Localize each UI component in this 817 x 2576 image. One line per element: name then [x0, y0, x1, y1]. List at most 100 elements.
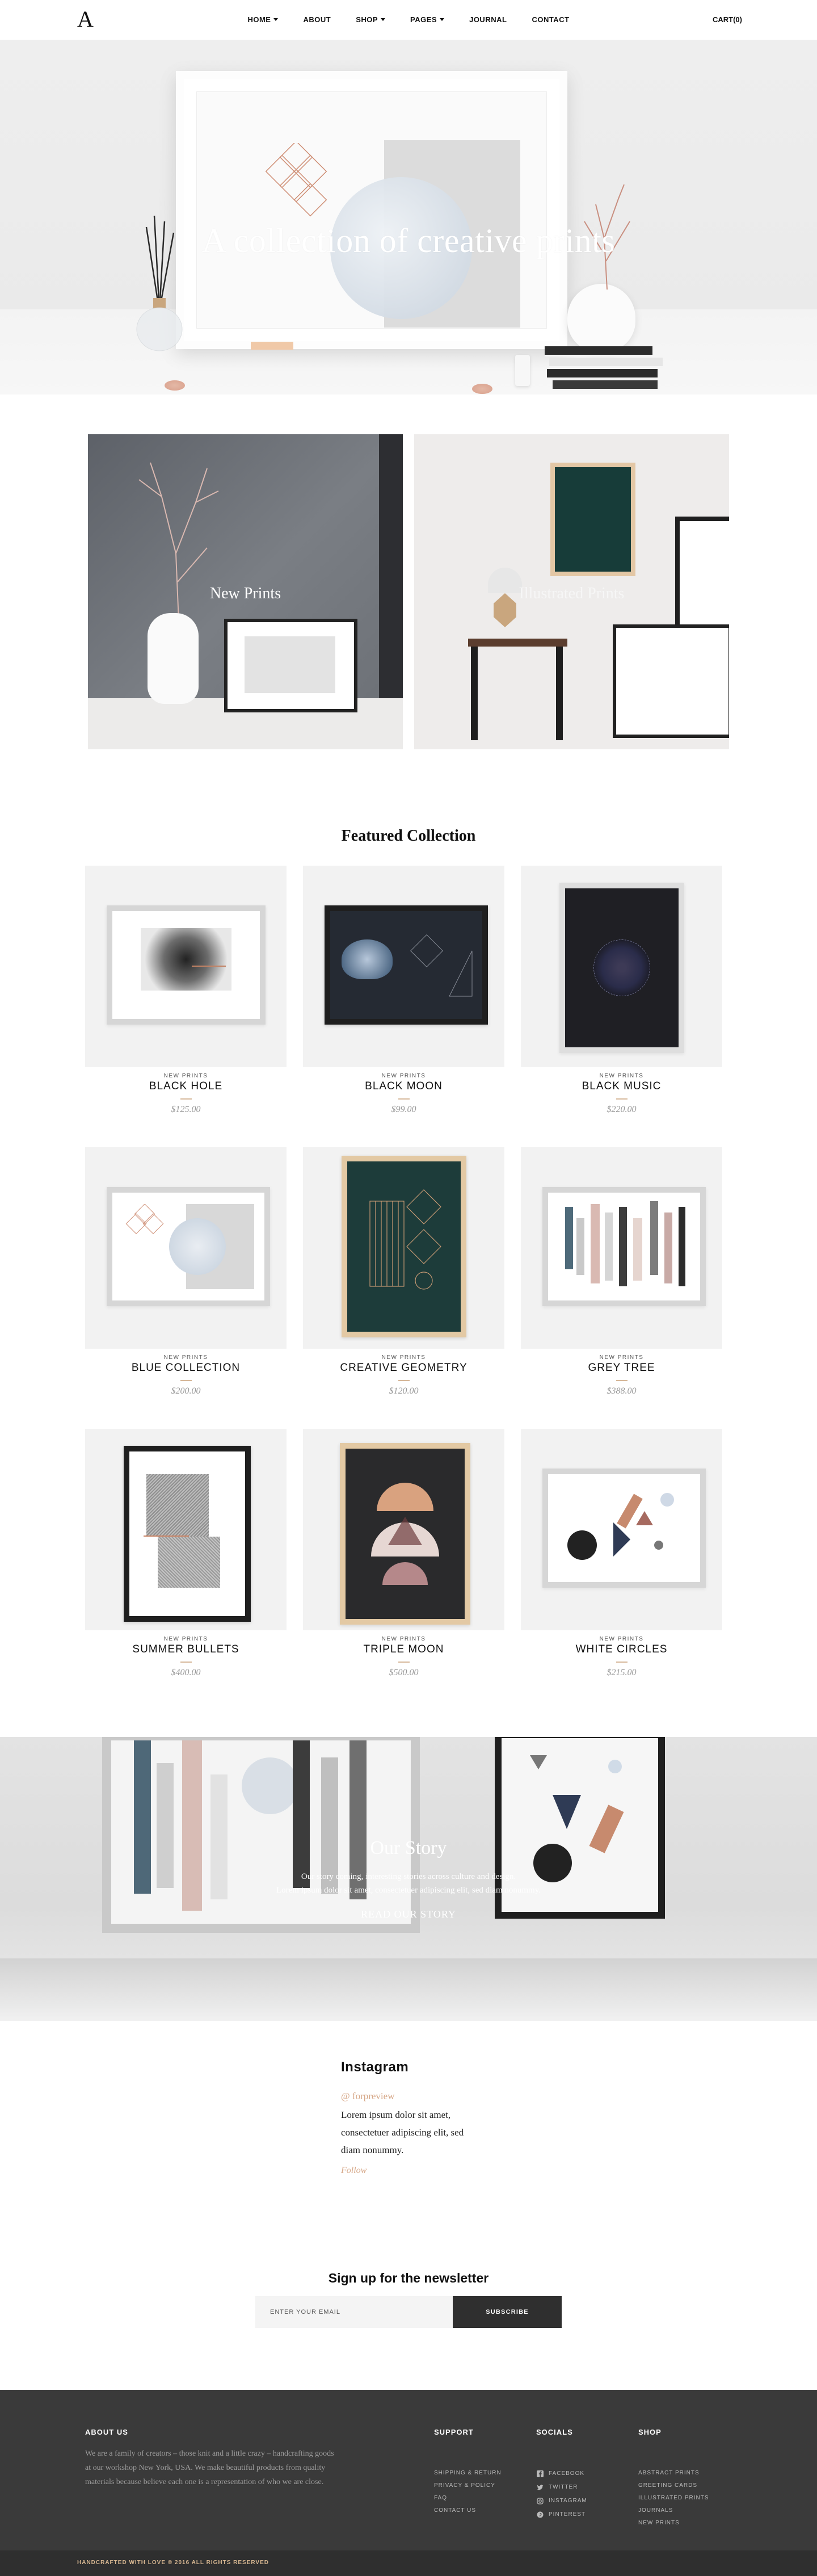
divider	[616, 1662, 628, 1663]
footer-shop-list: ABSTRACT PRINTS GREETING CARDS ILLUSTRAT…	[638, 2470, 709, 2532]
product-card: NEW PRINTS BLACK HOLE $125.00	[85, 866, 287, 1114]
footer-link[interactable]: FAQ	[434, 2495, 502, 2501]
product-price: $99.00	[391, 1105, 416, 1114]
footer-support-title: SUPPORT	[434, 2428, 474, 2436]
product-image[interactable]	[521, 1429, 722, 1630]
summer-bullets-print	[146, 1474, 209, 1537]
category-label: New Prints	[209, 585, 281, 602]
nav-journal[interactable]: JOURNAL	[469, 15, 507, 24]
product-name[interactable]: BLACK MOON	[303, 1080, 504, 1093]
creative-geometry-print	[369, 1189, 441, 1290]
product-card: NEW PRINTS SUMMER BULLETS $400.00	[85, 1429, 287, 1677]
our-story-banner: Our Story Our story coming, interesting …	[0, 1737, 817, 2021]
cart-link[interactable]: CART(0)	[713, 15, 742, 24]
main-nav: HOME ABOUT SHOP PAGES JOURNAL CONTACT	[0, 15, 817, 24]
product-name[interactable]: GREY TREE	[521, 1362, 722, 1374]
footer-link[interactable]: ABSTRACT PRINTS	[638, 2470, 709, 2476]
product-category: NEW PRINTS	[599, 1636, 644, 1642]
nav-contact-label: CONTACT	[532, 15, 570, 24]
product-image[interactable]	[303, 1147, 504, 1349]
product-category: NEW PRINTS	[599, 1354, 644, 1361]
print-accent	[192, 966, 226, 967]
category-tile-illustrated-prints[interactable]: Illustrated Prints	[414, 434, 729, 749]
instagram-handle[interactable]: @ forpreview	[341, 2091, 394, 2102]
product-image[interactable]	[521, 1147, 722, 1349]
instagram-follow-link[interactable]: Follow	[341, 2166, 367, 2176]
social-link-facebook[interactable]: FACEBOOK	[536, 2470, 587, 2477]
nav-shop-label: SHOP	[356, 15, 378, 24]
nav-journal-label: JOURNAL	[469, 15, 507, 24]
footer-link[interactable]: NEW PRINTS	[638, 2520, 709, 2526]
product-name[interactable]: SUMMER BULLETS	[85, 1643, 287, 1656]
hero-title: A collection of creative prints	[201, 222, 616, 259]
product-frame	[107, 905, 266, 1025]
footer-shop-title: SHOP	[638, 2428, 662, 2436]
triple-moon-print	[371, 1483, 439, 1585]
product-price: $220.00	[607, 1105, 637, 1114]
social-label: FACEBOOK	[549, 2470, 585, 2477]
print-accent	[144, 1535, 189, 1537]
book	[549, 358, 663, 368]
instagram-title: Instagram	[341, 2059, 409, 2075]
story-text-line-1: Our story coming, interesting stories ac…	[301, 1872, 516, 1881]
nav-contact[interactable]: CONTACT	[532, 15, 569, 24]
social-link-twitter[interactable]: TWITTER	[536, 2483, 587, 2491]
footer-link[interactable]: CONTACT US	[434, 2507, 502, 2514]
read-story-link[interactable]: READ OUR STORY	[0, 1908, 817, 1920]
footer-link[interactable]: PRIVACY & POLICY	[434, 2482, 502, 2489]
footer-link[interactable]: ILLUSTRATED PRINTS	[638, 2495, 709, 2501]
product-category: NEW PRINTS	[163, 1636, 208, 1642]
story-frame-left	[102, 1737, 420, 1933]
flower-decor	[472, 384, 492, 394]
geometric-lines	[410, 934, 473, 997]
email-input[interactable]	[255, 2296, 453, 2328]
nav-shop[interactable]: SHOP	[356, 15, 386, 24]
social-label: INSTAGRAM	[549, 2498, 587, 2504]
diamond-pattern	[125, 1204, 164, 1235]
product-frame	[325, 905, 488, 1025]
grey-tree-print	[565, 1201, 685, 1286]
product-image[interactable]	[85, 1429, 287, 1630]
product-price: $400.00	[171, 1668, 201, 1677]
chevron-down-icon	[273, 18, 279, 21]
product-name[interactable]: WHITE CIRCLES	[521, 1643, 722, 1656]
divider	[616, 1098, 628, 1100]
divider	[398, 1098, 410, 1100]
product-name[interactable]: BLUE COLLECTION	[85, 1362, 287, 1374]
white-circles-print	[567, 1493, 674, 1560]
product-image[interactable]	[85, 866, 287, 1067]
product-frame	[342, 1156, 466, 1337]
flower-decor	[165, 380, 185, 391]
product-name[interactable]: TRIPLE MOON	[303, 1643, 504, 1656]
product-frame	[340, 1443, 470, 1625]
footer-about-text: We are a family of creators – those knit…	[85, 2449, 334, 2486]
product-image[interactable]	[85, 1147, 287, 1349]
nav-home[interactable]: HOME	[247, 15, 279, 24]
product-card: NEW PRINTS TRIPLE MOON $500.00	[303, 1429, 504, 1677]
product-image[interactable]	[303, 866, 504, 1067]
side-table-leg	[471, 647, 478, 740]
product-image[interactable]	[521, 866, 722, 1067]
divider	[180, 1662, 192, 1663]
social-link-instagram[interactable]: INSTAGRAM	[536, 2497, 587, 2504]
footer-link[interactable]: SHIPPING & RETURN	[434, 2470, 502, 2476]
product-image[interactable]	[303, 1429, 504, 1630]
footer-link[interactable]: GREETING CARDS	[638, 2482, 709, 2489]
social-link-pinterest[interactable]: PINTEREST	[536, 2511, 587, 2518]
hero-diamond-pattern	[265, 143, 327, 217]
product-name[interactable]: BLACK HOLE	[85, 1080, 287, 1093]
footer-link[interactable]: JOURNALS	[638, 2507, 709, 2514]
hero-vase	[567, 284, 635, 352]
nav-about[interactable]: ABOUT	[303, 15, 331, 24]
product-frame	[542, 1469, 706, 1588]
footer-socials-title: SOCIALS	[536, 2428, 573, 2436]
category-tile-new-prints[interactable]: New Prints	[88, 434, 403, 749]
product-name[interactable]: CREATIVE GEOMETRY	[303, 1362, 504, 1374]
product-name[interactable]: BLACK MUSIC	[521, 1080, 722, 1093]
social-label: PINTEREST	[549, 2511, 586, 2518]
nav-pages[interactable]: PAGES	[410, 15, 445, 24]
hero-peach-bar	[251, 342, 293, 350]
hero-banner: A collection of creative prints	[0, 40, 817, 395]
side-table-top	[468, 639, 567, 647]
subscribe-button[interactable]: SUBSCRIBE	[453, 2296, 562, 2328]
